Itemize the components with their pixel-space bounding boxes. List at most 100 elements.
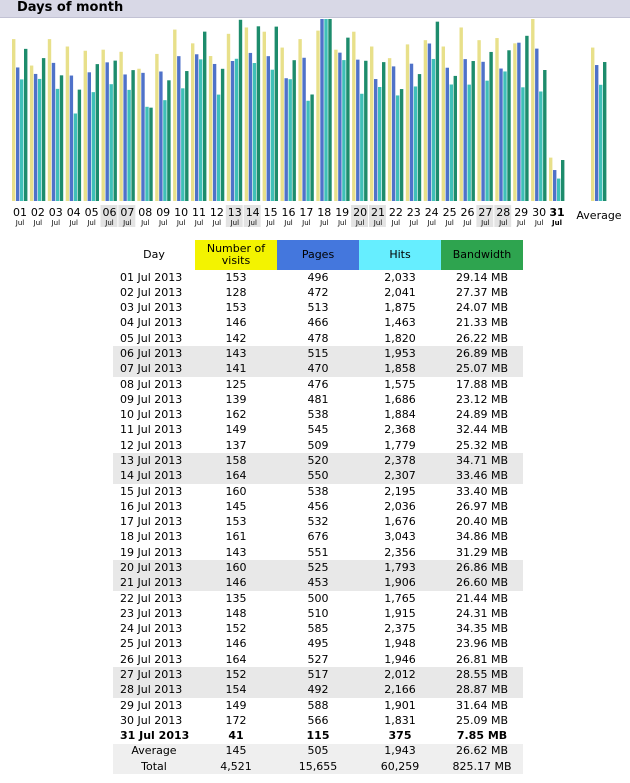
table-row: 05 Jul 2013 142 478 1,820 26.22 MB	[113, 331, 523, 346]
total-row: Total 4,521 15,655 60,259 825.17 MB	[113, 759, 523, 775]
day-cell: 30 Jul 2013	[120, 713, 183, 727]
pages-cell: 550	[277, 468, 359, 484]
day-27-hits-bar	[485, 80, 489, 201]
day-10-hits-bar	[181, 88, 185, 201]
bandwidth-cell: 26.89 MB	[441, 346, 523, 362]
day-11-bandwidth-bar	[203, 31, 207, 202]
day-14-pages-bar	[248, 52, 253, 201]
x-tick-label: 07	[120, 206, 134, 219]
x-tick-label: 22	[389, 206, 403, 219]
x-tick-month-label: Jul	[319, 219, 329, 227]
table-row: 24 Jul 2013 152 585 2,375 34.35 MB	[113, 621, 523, 636]
day-04-pages-bar	[69, 75, 74, 201]
average-pages-bar	[595, 65, 599, 202]
bandwidth-cell: 24.07 MB	[455, 301, 509, 315]
x-tick-label: 27	[478, 206, 492, 219]
day-19-bandwidth-bar	[346, 37, 350, 202]
pages-cell: 551	[307, 545, 329, 559]
day-16-number-of-visits-bar	[280, 47, 284, 202]
day-cell: 04 Jul 2013	[120, 316, 183, 330]
pages-cell: 456	[307, 499, 329, 513]
visits-cell: 141	[195, 361, 277, 377]
visits-cell: 154	[195, 682, 277, 698]
x-tick-month-label: Jul	[498, 219, 508, 227]
bandwidth-cell: 34.35 MB	[455, 622, 509, 636]
day-27-number-of-visits-bar	[477, 40, 481, 201]
table-row: 30 Jul 2013 172 566 1,831 25.09 MB	[113, 713, 523, 728]
x-tick-label: 28	[496, 206, 510, 219]
day-07-number-of-visits-bar	[119, 51, 123, 202]
day-31-number-of-visits-bar	[549, 157, 553, 201]
visits-cell: 153	[225, 515, 247, 529]
table-row: 12 Jul 2013 137 509 1,779 25.32 MB	[113, 438, 523, 453]
visits-cell: 149	[225, 423, 247, 437]
day-20-bandwidth-bar	[364, 60, 368, 202]
table-row: 31 Jul 2013 41 115 375 7.85 MB	[113, 728, 523, 743]
x-tick-month-label: Jul	[462, 219, 472, 227]
col-header-bandwidth: Bandwidth	[441, 240, 523, 270]
hits-cell: 1,831	[384, 713, 416, 727]
day-06-number-of-visits-bar	[101, 49, 105, 201]
pages-cell: 588	[307, 698, 329, 712]
day-15-number-of-visits-bar	[262, 31, 266, 201]
day-05-hits-bar	[91, 92, 95, 201]
hits-cell: 2,036	[384, 499, 416, 513]
x-tick-label: 13	[228, 206, 242, 219]
x-tick-month-label: Jul	[426, 219, 436, 227]
visits-cell: 149	[225, 698, 247, 712]
bandwidth-cell: 26.60 MB	[441, 575, 523, 591]
visits-cell: 160	[195, 560, 277, 576]
hits-cell: 2,378	[359, 453, 441, 469]
day-25-pages-bar	[445, 67, 449, 201]
day-cell: 20 Jul 2013	[113, 560, 195, 576]
pages-cell: 470	[277, 361, 359, 377]
day-06-bandwidth-bar	[113, 60, 117, 201]
x-tick-label: 24	[425, 206, 439, 219]
day-18-pages-bar	[320, 19, 324, 201]
day-cell: 25 Jul 2013	[120, 637, 183, 651]
hits-cell: 1,686	[384, 392, 416, 406]
table-row: 25 Jul 2013 146 495 1,948 23.96 MB	[113, 637, 523, 652]
visits-cell: 125	[225, 377, 247, 391]
pages-cell: 566	[307, 713, 329, 727]
day-05-pages-bar	[87, 72, 91, 201]
table-row: 14 Jul 2013 164 550 2,307 33.46 MB	[113, 468, 523, 484]
hits-cell: 1,779	[384, 438, 416, 452]
table-row: 27 Jul 2013 152 517 2,012 28.55 MB	[113, 667, 523, 683]
visits-cell: 152	[195, 667, 277, 683]
day-cell: 21 Jul 2013	[113, 575, 195, 591]
day-cell: 09 Jul 2013	[120, 392, 183, 406]
day-25-hits-bar	[449, 84, 453, 201]
day-cell: 31 Jul 2013	[120, 729, 190, 743]
day-21-bandwidth-bar	[382, 62, 386, 201]
day-13-bandwidth-bar	[238, 19, 243, 202]
day-19-number-of-visits-bar	[334, 49, 338, 201]
day-17-pages-bar	[302, 57, 306, 202]
x-tick-month-label: Jul	[516, 219, 526, 227]
x-tick-label: 23	[407, 206, 421, 219]
visits-cell: 146	[225, 637, 247, 651]
x-tick-month-label: Jul	[104, 219, 114, 227]
day-04-bandwidth-bar	[77, 89, 82, 201]
day-19-pages-bar	[338, 52, 342, 202]
day-20-pages-bar	[356, 59, 360, 202]
day-09-hits-bar	[163, 100, 167, 201]
bandwidth-cell: 33.40 MB	[455, 484, 509, 498]
visits-cell: 145	[225, 499, 247, 513]
hits-cell: 2,041	[384, 285, 416, 299]
day-09-pages-bar	[159, 71, 163, 201]
day-18-number-of-visits-bar	[316, 30, 320, 202]
hits-cell: 1,953	[359, 346, 441, 362]
pages-cell: 500	[307, 591, 329, 605]
day-15-pages-bar	[266, 56, 270, 202]
average-number-of-visits-bar	[591, 47, 595, 202]
table-row: 07 Jul 2013 141 470 1,858 25.07 MB	[113, 361, 523, 377]
day-07-hits-bar	[127, 89, 131, 201]
day-cell: 12 Jul 2013	[120, 438, 183, 452]
x-tick-month-label: Jul	[15, 219, 25, 227]
x-tick-label: 19	[335, 206, 349, 219]
pages-cell: 453	[277, 575, 359, 591]
table-row: 10 Jul 2013 162 538 1,884 24.89 MB	[113, 408, 523, 423]
day-cell: 10 Jul 2013	[120, 408, 183, 422]
pages-cell: 676	[307, 530, 329, 544]
